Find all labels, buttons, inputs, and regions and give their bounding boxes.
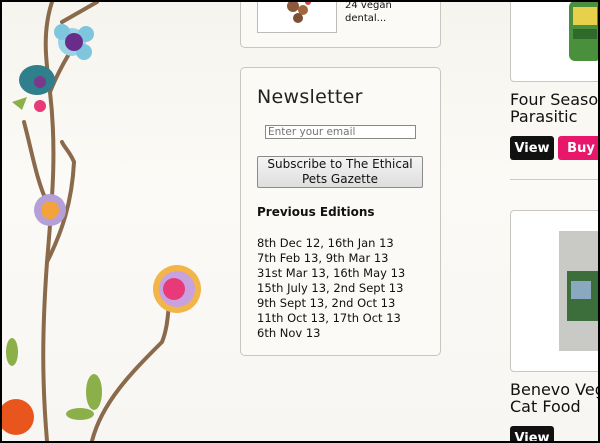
edition-link[interactable]: 11th Oct 13, 17th Oct 13 <box>257 311 405 326</box>
product-name[interactable]: Parasitic <box>510 108 577 125</box>
edition-link[interactable]: 9th Sept 13, 2nd Oct 13 <box>257 296 405 311</box>
view-button[interactable]: View <box>510 426 554 441</box>
edition-link[interactable]: 6th Nov 13 <box>257 326 405 341</box>
editions-list: 8th Dec 12, 16th Jan 13 7th Feb 13, 9th … <box>257 236 405 341</box>
top-product-box: 24 vegan dental... <box>240 2 441 48</box>
previous-editions-heading: Previous Editions <box>257 205 375 219</box>
product-name[interactable]: Benevo Veg <box>510 381 598 398</box>
product-divider <box>510 179 598 180</box>
edition-link[interactable]: 31st Mar 13, 16th May 13 <box>257 266 405 281</box>
view-button[interactable]: View <box>510 136 554 160</box>
buy-button[interactable]: Buy <box>558 136 598 160</box>
flower-lavender <box>34 194 66 226</box>
newsletter-title: Newsletter <box>257 86 363 108</box>
cat-food-bag-image <box>559 231 598 351</box>
product-image-four-season[interactable] <box>510 2 598 82</box>
product-image-benevo[interactable] <box>510 210 598 372</box>
top-product-link[interactable]: 24 vegan dental... <box>345 2 435 25</box>
product-name[interactable]: Cat Food <box>510 398 581 415</box>
edition-link[interactable]: 7th Feb 13, 9th Mar 13 <box>257 251 405 266</box>
subscribe-button[interactable]: Subscribe to The Ethical Pets Gazette <box>257 156 423 188</box>
flower-orange-bottom <box>2 399 34 435</box>
flower-pink-striped <box>153 265 201 313</box>
edition-link[interactable]: 8th Dec 12, 16th Jan 13 <box>257 236 405 251</box>
product-name[interactable]: Four Seaso <box>510 91 598 108</box>
flower-teal-left <box>12 65 55 112</box>
dental-chews-image <box>287 2 311 23</box>
branch-flower-decoration <box>2 2 201 441</box>
edition-link[interactable]: 15th July 13, 2nd Sept 13 <box>257 281 405 296</box>
page-frame: 24 vegan dental... Newsletter Subscribe … <box>0 0 600 443</box>
newsletter-box: Newsletter Subscribe to The Ethical Pets… <box>240 67 441 356</box>
product-jar-image <box>569 2 598 61</box>
product-thumbnail[interactable] <box>257 2 337 33</box>
email-input[interactable] <box>265 125 416 139</box>
flower-blue-top <box>54 24 94 60</box>
